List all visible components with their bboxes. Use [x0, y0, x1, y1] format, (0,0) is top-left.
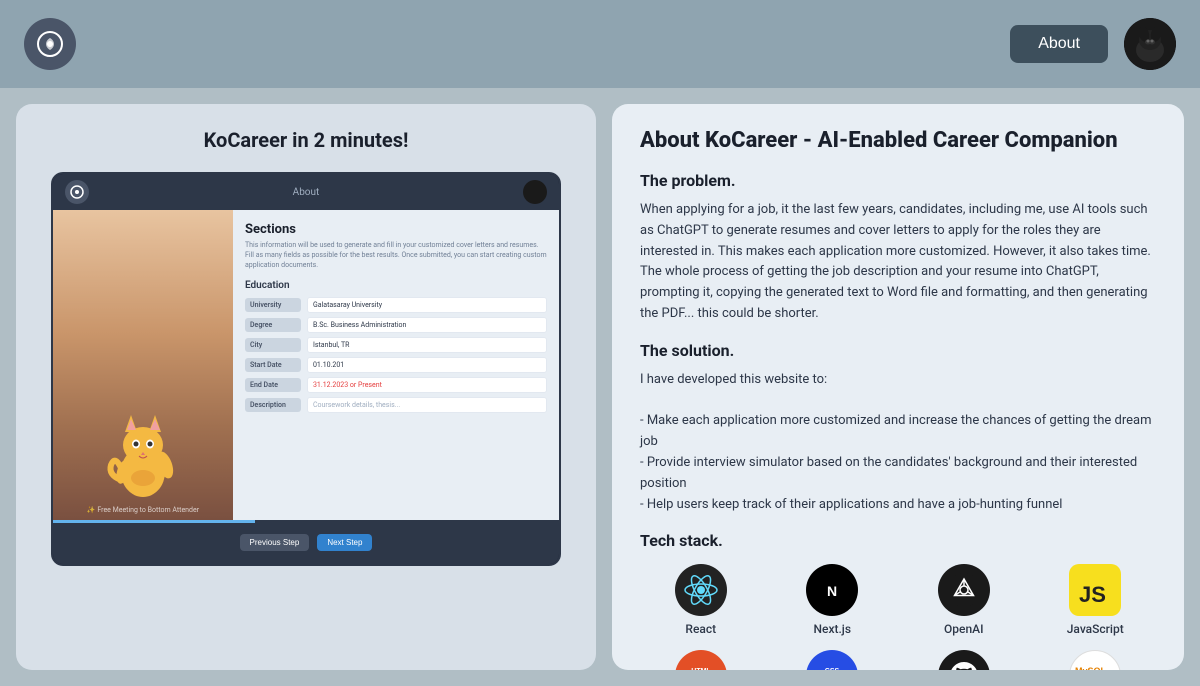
tech-item-js: JS JavaScript	[1035, 564, 1157, 636]
left-title: KoCareer in 2 minutes!	[204, 128, 409, 152]
tech-item-github: GitHub	[903, 650, 1025, 670]
tech-heading: Tech stack.	[640, 531, 1156, 550]
header-right: About	[1010, 18, 1176, 70]
city-value: Istanbul, TR	[307, 337, 547, 353]
degree-label: Degree	[245, 318, 301, 332]
openai-icon	[938, 564, 990, 616]
react-label: React	[685, 622, 716, 636]
avatar	[1124, 18, 1176, 70]
mysql-icon: MySQL ⚡ MySQL	[1069, 650, 1121, 670]
description-value: Coursework details, thesis...	[307, 397, 547, 413]
degree-value: B.Sc. Business Administration	[307, 317, 547, 333]
mockup-avatar	[523, 180, 547, 204]
university-value: Galatasaray University	[307, 297, 547, 313]
prev-step-button[interactable]: Previous Step	[240, 534, 310, 551]
solution-point-3: - Help users keep track of their applica…	[640, 497, 1062, 512]
mockup-illustration: ✨ Free Meeting to Bottom Attender	[53, 210, 233, 520]
about-title: About KoCareer - AI-Enabled Career Compa…	[640, 128, 1156, 153]
solution-text: I have developed this website to: - Make…	[640, 370, 1156, 516]
left-panel: KoCareer in 2 minutes! About	[16, 104, 596, 670]
next-step-button[interactable]: Next Step	[317, 534, 372, 551]
form-row-degree: Degree B.Sc. Business Administration	[245, 317, 547, 333]
solution-point-2: - Provide interview simulator based on t…	[640, 455, 1137, 491]
mockup-form: Sections This information will be used t…	[233, 210, 559, 520]
header: About	[0, 0, 1200, 88]
nextjs-icon: N	[806, 564, 858, 616]
mockup-footer: Previous Step Next Step	[53, 520, 559, 564]
form-row-start-date: Start Date 01.10.201	[245, 357, 547, 373]
mockup-header: About	[53, 174, 559, 210]
form-row-end-date: End Date 31.12.2023 or Present	[245, 377, 547, 393]
solution-heading: The solution.	[640, 341, 1156, 360]
github-icon	[938, 650, 990, 670]
tech-grid: React N Next.js	[640, 564, 1156, 670]
mockup-caption: ✨ Free Meeting to Bottom Attender	[53, 506, 233, 514]
tech-item-mysql: MySQL ⚡ MySQL MySQL	[1035, 650, 1157, 670]
tech-item-html: HTML 5 HTML	[640, 650, 762, 670]
svg-text:JS: JS	[1079, 582, 1106, 607]
cat-svg	[103, 400, 183, 500]
problem-heading: The problem.	[640, 171, 1156, 190]
start-date-value: 01.10.201	[307, 357, 547, 373]
tech-item-css: CSS 3 CSS	[772, 650, 894, 670]
progress-bar	[53, 520, 255, 523]
sections-title: Sections	[245, 222, 547, 237]
mockup-logo	[65, 180, 89, 204]
react-icon	[675, 564, 727, 616]
html-icon: HTML 5	[675, 650, 727, 670]
end-date-value: 31.12.2023 or Present	[307, 377, 547, 393]
logo-icon	[24, 18, 76, 70]
mockup-body: ✨ Free Meeting to Bottom Attender Sectio…	[53, 210, 559, 520]
form-row-university: University Galatasaray University	[245, 297, 547, 313]
tech-item-react: React	[640, 564, 762, 636]
sections-description: This information will be used to generat…	[245, 241, 547, 270]
css-icon: CSS 3	[806, 650, 858, 670]
solution-point-1: - Make each application more customized …	[640, 413, 1152, 449]
education-label: Education	[245, 280, 547, 291]
avatar-image	[1124, 18, 1176, 70]
right-panel: About KoCareer - AI-Enabled Career Compa…	[612, 104, 1184, 670]
js-icon: JS	[1069, 564, 1121, 616]
start-date-label: Start Date	[245, 358, 301, 372]
about-button[interactable]: About	[1010, 25, 1108, 63]
solution-intro: I have developed this website to:	[640, 372, 827, 387]
university-label: University	[245, 298, 301, 312]
nextjs-label: Next.js	[814, 622, 852, 636]
main-content: KoCareer in 2 minutes! About	[0, 88, 1200, 686]
svg-text:MySQL: MySQL	[1075, 666, 1107, 670]
end-date-label: End Date	[245, 378, 301, 392]
description-label: Description	[245, 398, 301, 412]
tech-item-openai: OpenAI	[903, 564, 1025, 636]
city-label: City	[245, 338, 301, 352]
problem-text: When applying for a job, it the last few…	[640, 200, 1156, 325]
form-row-city: City Istanbul, TR	[245, 337, 547, 353]
svg-text:N: N	[827, 583, 837, 599]
tech-item-nextjs: N Next.js	[772, 564, 894, 636]
js-label: JavaScript	[1067, 622, 1124, 636]
mockup-about-link: About	[293, 187, 320, 198]
app-mockup: About	[51, 172, 561, 566]
form-row-description: Description Coursework details, thesis..…	[245, 397, 547, 413]
openai-label: OpenAI	[944, 622, 983, 636]
